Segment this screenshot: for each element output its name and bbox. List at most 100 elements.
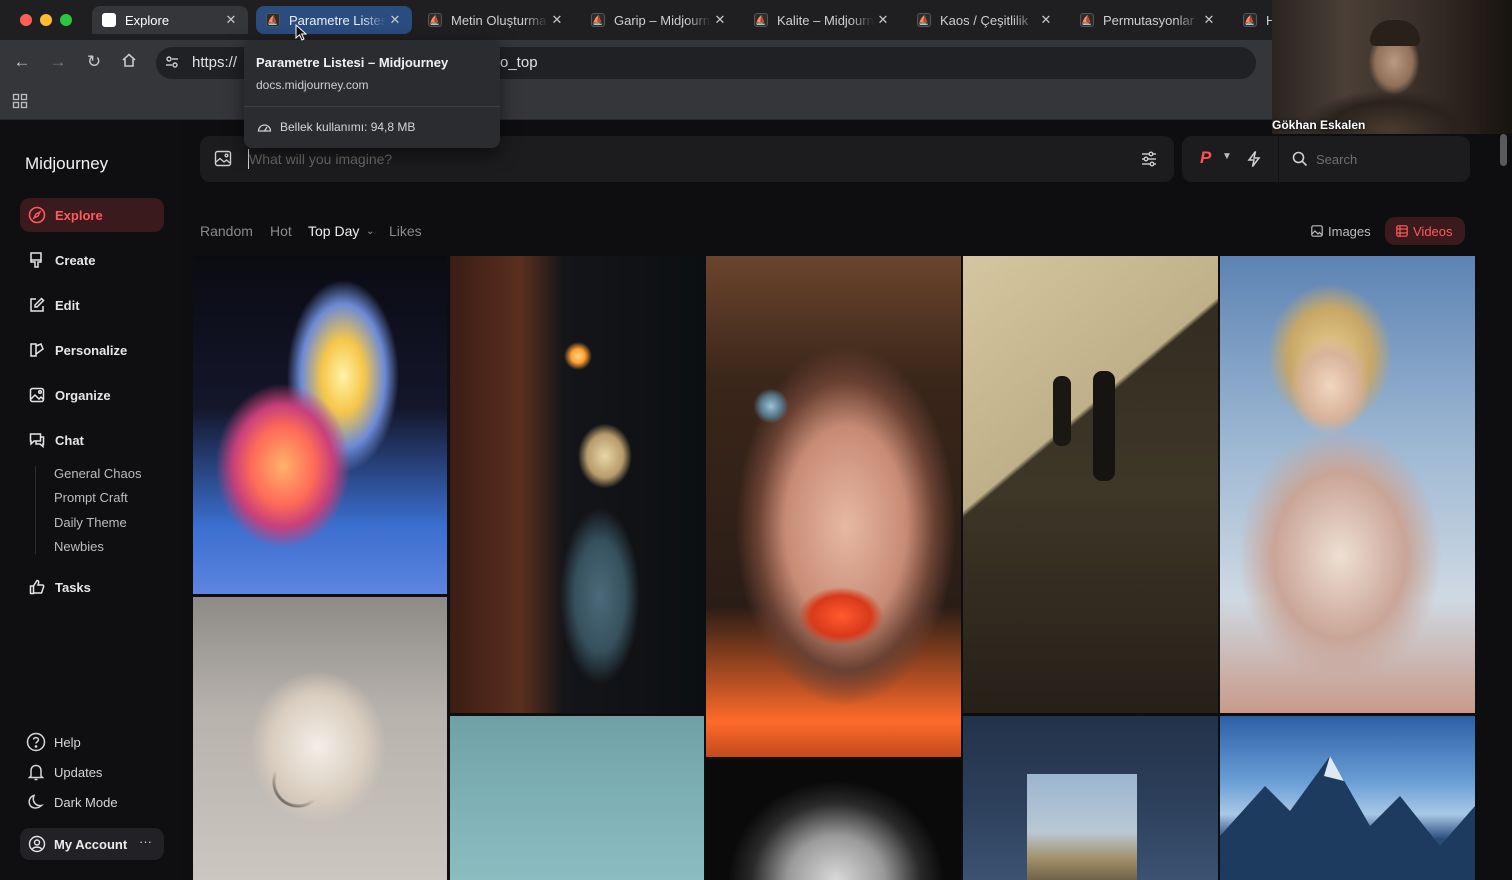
moon-icon: [26, 792, 46, 812]
chat-room-daily-theme[interactable]: Daily Theme: [54, 515, 127, 530]
reload-icon[interactable]: ↻: [83, 52, 105, 72]
updates-link[interactable]: Updates: [26, 762, 102, 782]
browser-tab-garip[interactable]: ⛵ Garip – Midjourney ✕: [581, 6, 737, 34]
app-sidebar: Midjourney Explore Create Edit Personali…: [0, 121, 182, 880]
chat-room-newbies[interactable]: Newbies: [54, 539, 104, 554]
browser-tab-parametre[interactable]: ⛵ Parametre Listesi – Midjourney ✕: [256, 6, 412, 34]
close-window-button[interactable]: [20, 14, 32, 26]
user-icon: [28, 835, 46, 853]
gallery-image-alley-woman[interactable]: [450, 256, 704, 713]
tab-close-icon[interactable]: ✕: [548, 12, 566, 28]
prompt-placeholder[interactable]: What will you imagine?: [249, 151, 392, 167]
apps-grid-icon[interactable]: [12, 93, 28, 114]
memory-gauge-icon: [257, 120, 272, 138]
more-options-icon[interactable]: ···: [139, 834, 152, 849]
nav-edit[interactable]: Edit: [20, 288, 164, 322]
nav-label: Create: [55, 252, 96, 268]
site-settings-icon[interactable]: [164, 54, 180, 75]
forward-arrow-icon[interactable]: →: [47, 52, 69, 72]
filter-random[interactable]: Random: [200, 223, 253, 239]
gallery-image-doll-girl[interactable]: [1220, 256, 1475, 713]
mouse-cursor-icon: [295, 23, 308, 46]
search-input[interactable]: Search: [1316, 152, 1357, 167]
back-arrow-icon[interactable]: ←: [11, 52, 33, 72]
nav-label: Chat: [55, 432, 84, 448]
tab-label: Metin Oluşturma: [451, 12, 547, 28]
search-icon[interactable]: [1292, 151, 1308, 172]
gallery-image-teal-sky[interactable]: [450, 716, 704, 880]
bell-icon: [26, 762, 46, 782]
nav-label: Organize: [55, 387, 111, 403]
brush-icon: [28, 251, 46, 269]
midjourney-favicon: ⛵: [428, 13, 442, 27]
search-area: P ▼ Search: [1182, 136, 1470, 182]
gallery-image-dotted-sphere[interactable]: [706, 760, 961, 880]
tab-close-icon[interactable]: ✕: [222, 12, 240, 28]
gallery-image-portrait-woman[interactable]: [706, 256, 961, 757]
figure-shadow: [1053, 376, 1071, 446]
dark-mode-toggle[interactable]: Dark Mode: [26, 792, 118, 812]
lightning-icon[interactable]: [1246, 150, 1262, 173]
chevron-down-icon[interactable]: ⌄: [366, 226, 374, 237]
browser-tab-partial[interactable]: ⛵ H: [1233, 6, 1273, 34]
help-link[interactable]: Help: [26, 732, 81, 752]
browser-tab-kalite[interactable]: ⛵ Kalite – Midjourney ✕: [744, 6, 900, 34]
compass-icon: [28, 206, 46, 224]
edit-icon: [28, 296, 46, 314]
gallery-image-hamster-glasses[interactable]: [193, 597, 447, 880]
my-account-button[interactable]: My Account ···: [20, 828, 164, 860]
nav-create[interactable]: Create: [20, 243, 164, 277]
chevron-down-icon[interactable]: ▼: [1222, 151, 1232, 162]
gallery-image-mountains[interactable]: [1220, 716, 1475, 880]
chat-room-prompt-craft[interactable]: Prompt Craft: [54, 490, 128, 505]
tab-label: Kalite – Midjourney: [777, 12, 874, 28]
image-upload-icon[interactable]: [214, 150, 233, 173]
tab-close-icon[interactable]: ✕: [874, 12, 892, 28]
nav-chat[interactable]: Chat: [20, 423, 164, 457]
tab-label: Kaos / Çeşitlilik: [940, 12, 1029, 28]
tooltip-memory: Bellek kullanımı: 94,8 MB: [280, 120, 416, 134]
tab-label: Garip – Midjourney: [614, 12, 711, 28]
browser-tab-kaos[interactable]: ⛵ Kaos / Çeşitlilik ✕: [907, 6, 1063, 34]
home-icon[interactable]: [118, 52, 140, 73]
nav-tasks[interactable]: Tasks: [20, 570, 164, 604]
browser-tab-metin[interactable]: ⛵ Metin Oluşturma ✕: [418, 6, 574, 34]
webcam-hair: [1370, 20, 1420, 46]
personalization-p-icon[interactable]: P: [1200, 148, 1211, 168]
filter-hot[interactable]: Hot: [270, 223, 292, 239]
gallery-image-shadow-figures[interactable]: [963, 256, 1218, 713]
tab-close-icon[interactable]: ✕: [1200, 12, 1218, 28]
videos-toggle[interactable]: Videos: [1385, 217, 1465, 245]
minimize-window-button[interactable]: [40, 14, 52, 26]
filter-likes[interactable]: Likes: [389, 223, 422, 239]
browser-tab-explore[interactable]: Explore ✕: [92, 6, 248, 34]
page-scrollbar[interactable]: [1500, 134, 1507, 166]
filter-top-day[interactable]: Top Day: [308, 223, 359, 239]
gallery-image-window-landscape[interactable]: [963, 716, 1218, 880]
tab-close-icon[interactable]: ✕: [711, 12, 729, 28]
maximize-window-button[interactable]: [60, 14, 72, 26]
tab-label: Permutasyonlar: [1103, 12, 1195, 28]
images-toggle[interactable]: Images: [1305, 217, 1377, 245]
images-label: Images: [1328, 223, 1371, 239]
gallery-image-glowing-hand[interactable]: [193, 256, 447, 594]
nav-label: Explore: [55, 207, 103, 223]
nav-organize[interactable]: Organize: [20, 378, 164, 412]
nav-personalize[interactable]: Personalize: [20, 333, 164, 367]
nav-label: Edit: [55, 297, 80, 313]
image-icon: [28, 386, 46, 404]
chat-icon: [28, 431, 46, 449]
nav-label: Tasks: [55, 579, 91, 595]
browser-tab-permutasyon[interactable]: ⛵ Permutasyonlar ✕: [1070, 6, 1226, 34]
settings-sliders-icon[interactable]: [1140, 150, 1158, 173]
tab-close-icon[interactable]: ✕: [386, 12, 404, 28]
nav-explore[interactable]: Explore: [20, 198, 164, 232]
tab-label: Explore: [125, 12, 170, 28]
help-icon: [26, 732, 46, 752]
chat-room-general-chaos[interactable]: General Chaos: [54, 466, 141, 481]
url-text-end: o_top: [500, 54, 538, 71]
brand-logo[interactable]: Midjourney: [25, 154, 108, 174]
personalize-icon: [28, 341, 46, 359]
tab-close-icon[interactable]: ✕: [1037, 12, 1055, 28]
tooltip-title: Parametre Listesi – Midjourney: [256, 55, 449, 70]
